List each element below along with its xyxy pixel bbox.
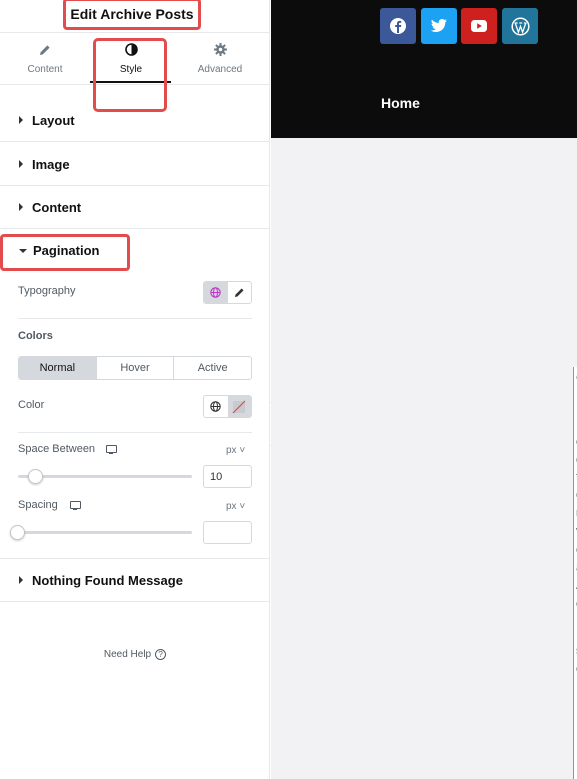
globe-icon[interactable] — [204, 282, 228, 303]
color-label: Color — [18, 399, 45, 411]
spacing-label: Spacing — [18, 499, 58, 511]
space-between-slider[interactable] — [18, 475, 192, 478]
section-image-label: Image — [32, 156, 70, 172]
divider — [18, 318, 252, 319]
tab-content-label: Content — [27, 63, 63, 75]
nav-home-link[interactable]: Home — [381, 95, 420, 111]
desktop-icon[interactable] — [70, 501, 81, 510]
edit-pencil-icon[interactable] — [228, 282, 252, 303]
caret-right-icon — [19, 116, 23, 124]
color-state-tabs: Normal Hover Active — [18, 356, 252, 380]
caret-down-icon — [19, 248, 27, 253]
section-layout-label: Layout — [32, 112, 75, 128]
section-content[interactable]: Content — [0, 186, 270, 229]
section-image[interactable]: Image — [0, 143, 270, 186]
spacing-input[interactable] — [203, 521, 252, 544]
panel-title: Edit Archive Posts — [63, 0, 201, 30]
section-content-label: Content — [32, 199, 82, 215]
state-tab-active[interactable]: Active — [173, 357, 251, 379]
caret-right-icon — [19, 203, 23, 211]
help-icon: ? — [155, 649, 167, 660]
editor-panel: Edit Archive Posts Content Style Advance… — [0, 0, 270, 779]
gear-icon — [213, 43, 227, 57]
colors-heading: Colors — [18, 330, 53, 342]
divider — [18, 432, 252, 433]
caret-right-icon — [19, 160, 23, 168]
page-preview: Home CIcefcrvcaAcsc — [271, 0, 577, 779]
typography-label: Typography — [18, 285, 76, 297]
facebook-icon[interactable] — [380, 8, 416, 44]
half-circle-icon — [124, 43, 138, 57]
typography-controls — [203, 281, 252, 304]
tab-advanced[interactable]: Advanced — [175, 33, 265, 84]
space-between-input[interactable]: 10 — [203, 465, 252, 488]
unit-select[interactable]: px ˅ — [226, 445, 245, 456]
desktop-icon[interactable] — [106, 445, 117, 454]
unit-label: px — [226, 501, 237, 512]
youtube-icon[interactable] — [461, 8, 497, 44]
twitter-icon[interactable] — [421, 8, 457, 44]
state-tab-normal[interactable]: Normal — [19, 357, 96, 379]
site-header: Home — [271, 0, 577, 138]
need-help-label: Need Help — [103, 649, 152, 660]
tab-advanced-label: Advanced — [197, 63, 243, 75]
need-help-link[interactable]: Need Help? — [0, 649, 270, 660]
section-layout[interactable]: Layout — [0, 99, 270, 142]
slider-handle[interactable] — [10, 525, 25, 540]
tab-style[interactable]: Style — [86, 33, 176, 84]
space-between-label: Space Between — [18, 443, 96, 455]
wordpress-icon[interactable] — [502, 8, 538, 44]
active-tab-indicator — [90, 81, 171, 83]
state-tab-hover[interactable]: Hover — [95, 357, 174, 379]
tab-content[interactable]: Content — [0, 33, 90, 84]
color-swatch-empty-icon[interactable] — [227, 396, 251, 417]
pencil-icon — [38, 43, 52, 57]
slider-handle[interactable] — [28, 469, 43, 484]
panel-tabs: Content Style Advanced — [0, 33, 270, 85]
section-nothing-found[interactable]: Nothing Found Message — [0, 559, 270, 602]
globe-icon[interactable] — [204, 396, 228, 417]
spacing-slider[interactable] — [18, 531, 192, 534]
unit-select[interactable]: px ˅ — [226, 501, 245, 512]
section-pagination[interactable]: Pagination — [0, 229, 270, 272]
caret-right-icon — [19, 576, 23, 584]
section-nothing-found-label: Nothing Found Message — [32, 572, 183, 588]
section-pagination-label: Pagination — [33, 243, 100, 258]
tab-style-label: Style — [119, 63, 143, 75]
unit-label: px — [226, 445, 237, 456]
color-controls — [203, 395, 252, 418]
